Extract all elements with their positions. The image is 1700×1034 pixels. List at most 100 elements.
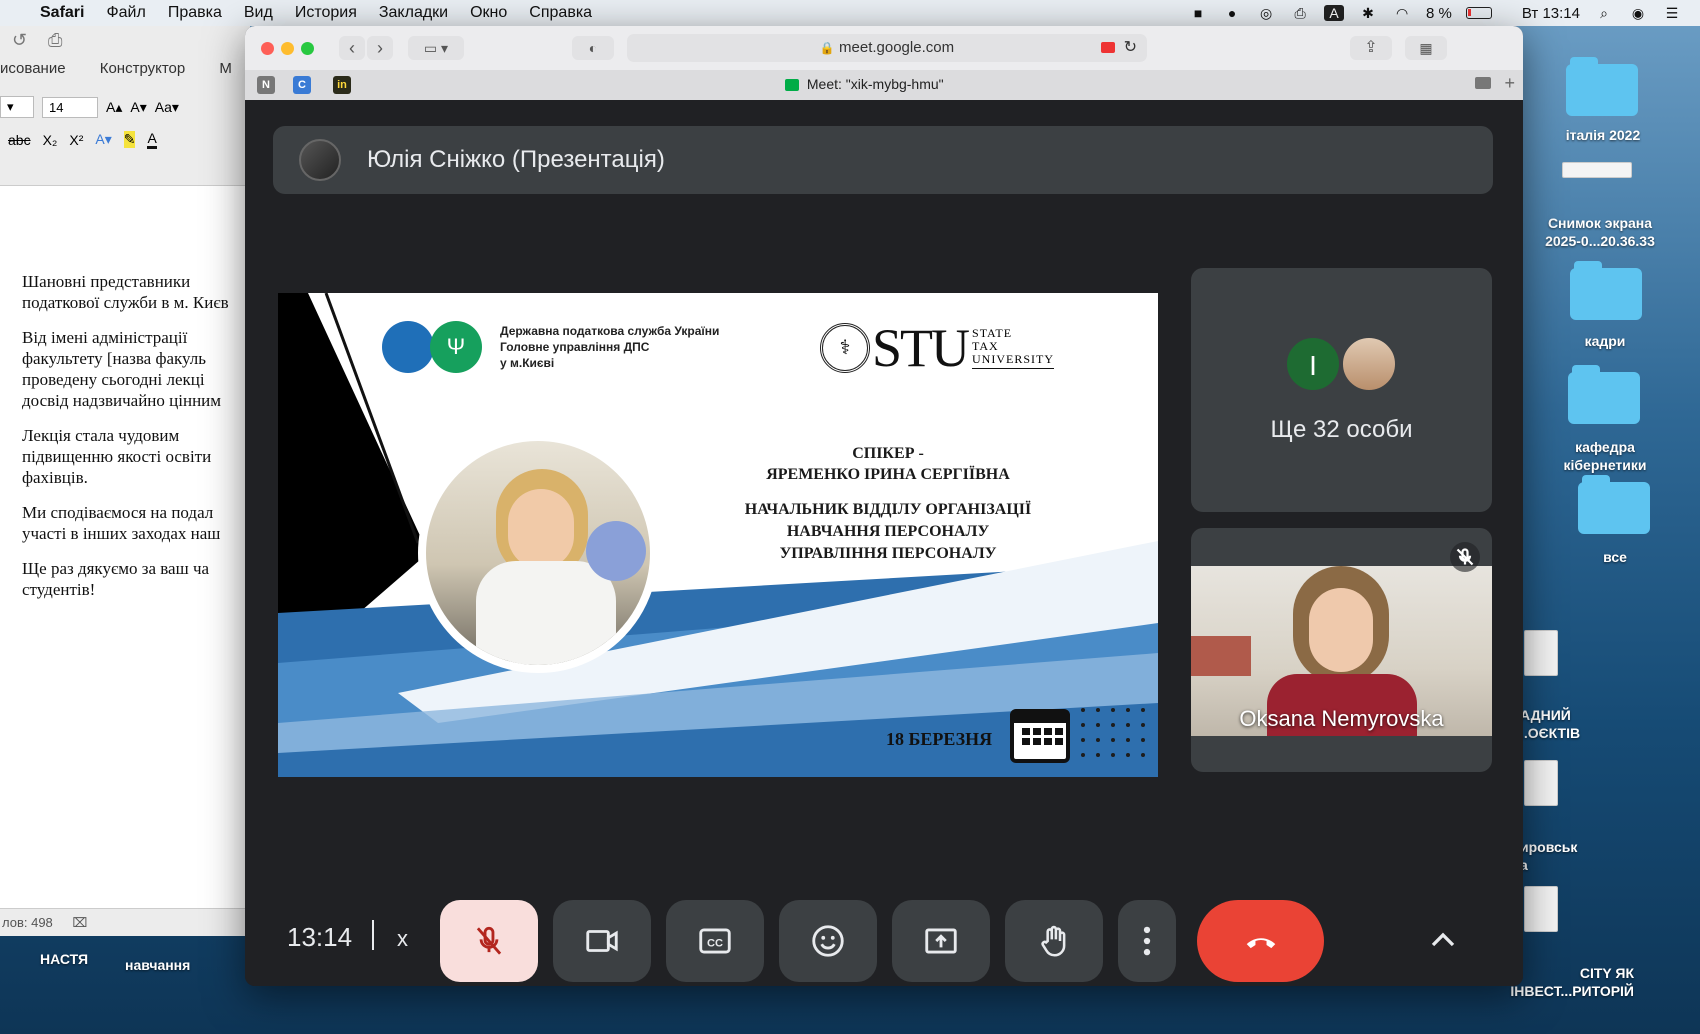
menu-item-help[interactable]: Справка (529, 4, 592, 22)
linkedin-favicon-icon[interactable]: in (333, 76, 351, 94)
speaker-photo (418, 433, 658, 673)
caduceus-seal-icon: ⚕ (820, 323, 870, 373)
change-case-icon[interactable]: Aa▾ (155, 99, 179, 116)
folder-icon[interactable] (1566, 57, 1638, 116)
raise-hand-button[interactable] (1005, 900, 1103, 982)
presentation-slide: Ψ Державна податкова служба України Голо… (278, 293, 1158, 777)
grow-font-icon[interactable]: A▴ (106, 99, 122, 116)
desktop-folder-vse[interactable]: все (1578, 548, 1652, 566)
app-favicon-icon[interactable]: C (293, 76, 311, 94)
menu-app-name[interactable]: Safari (40, 4, 84, 22)
closed-captions-icon: CC (699, 928, 731, 954)
desktop-file-screenshot[interactable]: Снимок экрана 2025-0...20.36.33 (1520, 214, 1680, 250)
participant-tile[interactable]: Oksana Nemyrovska (1191, 528, 1492, 772)
captions-button[interactable]: CC (666, 900, 764, 982)
search-icon[interactable]: ⌕ (1594, 5, 1614, 21)
meeting-code[interactable]: x (397, 926, 408, 952)
expand-controls-button[interactable] (1423, 920, 1463, 960)
share-button[interactable]: ⇪ (1350, 36, 1392, 60)
menu-item-file[interactable]: Файл (106, 4, 145, 22)
creative-cloud-icon[interactable]: ◎ (1256, 5, 1276, 21)
slide-date: 18 БЕРЕЗНЯ (886, 729, 993, 749)
new-tab-button[interactable]: + (1504, 73, 1515, 94)
proofing-icon[interactable]: ⌧ (72, 915, 87, 930)
siri-icon[interactable]: ◉ (1628, 5, 1648, 21)
present-screen-button[interactable] (892, 900, 990, 982)
zoom-window-button[interactable] (301, 42, 314, 55)
leave-call-button[interactable] (1197, 900, 1324, 982)
folder-icon[interactable] (1570, 261, 1642, 320)
tab-overview-button[interactable]: ▦ (1405, 36, 1447, 60)
others-tile[interactable]: I Ще 32 особи (1191, 268, 1492, 512)
strikethrough-icon[interactable]: abc (8, 132, 31, 148)
close-window-button[interactable] (261, 42, 274, 55)
tab-design[interactable]: Конструктор (100, 60, 186, 77)
word-count[interactable]: лов: 498 (2, 915, 53, 930)
tab-camera-icon[interactable] (1475, 77, 1491, 89)
folder-icon[interactable] (1568, 365, 1640, 424)
menu-item-edit[interactable]: Правка (168, 4, 222, 22)
word-window: ↺ ⎙ исование Конструктор М ▾ 14 A▴ A▾ Aa… (0, 26, 250, 936)
reactions-button[interactable] (779, 900, 877, 982)
tab-active[interactable]: Meet: "xik-mybg-hmu" (785, 76, 944, 92)
desktop-file-doc2[interactable]: ировськ а (1520, 838, 1577, 874)
text-effects-icon[interactable]: A▾ (95, 131, 111, 148)
tab-layout[interactable]: М (219, 60, 232, 77)
present-screen-icon (925, 928, 957, 954)
menu-bar: Safari Файл Правка Вид История Закладки … (0, 0, 1700, 26)
bluetooth-icon[interactable]: ✱ (1358, 5, 1378, 21)
control-center-icon[interactable]: ☰ (1662, 5, 1682, 21)
printer-icon[interactable]: ⎙ (1290, 5, 1310, 21)
camera-recording-icon[interactable] (1101, 42, 1115, 53)
desktop-folder-kafedra[interactable]: кафедра кібернетики (1540, 438, 1670, 474)
back-button[interactable]: ‹ (339, 36, 365, 60)
privacy-shield-icon[interactable]: ◐ (572, 36, 614, 60)
superscript-icon[interactable]: X² (69, 132, 83, 148)
document-file-icon[interactable] (1524, 886, 1558, 932)
subscript-icon[interactable]: X₂ (43, 132, 58, 148)
reload-icon[interactable]: ↻ (1124, 34, 1137, 62)
sidebar-toggle-button[interactable]: ▭ ▾ (408, 36, 464, 60)
menu-item-view[interactable]: Вид (244, 4, 273, 22)
presenter-bar[interactable]: Юлія Сніжко (Презентація) (273, 126, 1493, 194)
emoji-icon (812, 925, 844, 957)
wifi-icon[interactable]: ◠ (1392, 5, 1412, 21)
desktop-file-doc1[interactable]: АДНИЙ ..ОЄКТІВ (1520, 706, 1580, 742)
notion-favicon-icon[interactable]: N (257, 76, 275, 94)
forward-button[interactable]: › (367, 36, 393, 60)
tab-bar: N C in Meet: "xik-mybg-hmu" + (245, 70, 1523, 100)
status-icon[interactable]: ● (1222, 5, 1242, 21)
undo-icon[interactable]: ↺ (12, 30, 27, 51)
address-bar[interactable]: 🔒 meet.google.com ↻ (627, 34, 1147, 62)
menu-item-bookmarks[interactable]: Закладки (379, 4, 448, 22)
document-file-icon[interactable] (1524, 630, 1558, 676)
keyboard-layout-icon[interactable]: A (1324, 5, 1345, 21)
desktop-label-nastia[interactable]: НАСТЯ (40, 950, 88, 968)
muted-mic-icon (1450, 542, 1480, 572)
shrink-font-icon[interactable]: A▾ (130, 99, 146, 116)
speaker-name: ЯРЕМЕНКО ІРИНА СЕРГІЇВНА (766, 466, 1010, 483)
print-icon[interactable]: ⎙ (48, 30, 62, 51)
minimize-window-button[interactable] (281, 42, 294, 55)
camera-toggle-button[interactable] (553, 900, 651, 982)
tab-drawing[interactable]: исование (0, 60, 66, 77)
desktop-label-navchannia[interactable]: навчання (125, 956, 190, 974)
screenshot-file-icon[interactable] (1562, 162, 1632, 178)
menu-item-window[interactable]: Окно (470, 4, 507, 22)
word-document-text[interactable]: Шановні представники податкової служби в … (22, 271, 250, 614)
desktop-folder-italy[interactable]: італія 2022 (1548, 126, 1658, 144)
more-options-button[interactable] (1118, 900, 1176, 982)
folder-icon[interactable] (1578, 475, 1650, 534)
document-file-icon[interactable] (1524, 760, 1558, 806)
camera-status-icon[interactable]: ■ (1188, 5, 1208, 21)
highlight-icon[interactable]: ✎ (123, 131, 136, 148)
font-family-select[interactable]: ▾ (0, 96, 34, 118)
meet-content: Юлія Сніжко (Презентація) Ψ Державна под… (245, 100, 1523, 986)
font-size-select[interactable]: 14 (42, 96, 98, 118)
menu-item-history[interactable]: История (295, 4, 357, 22)
font-color-icon[interactable]: A (147, 130, 157, 149)
menubar-clock[interactable]: Вт 13:14 (1522, 5, 1580, 22)
battery-icon[interactable] (1465, 7, 1492, 19)
desktop-folder-kadry[interactable]: кадри (1560, 332, 1650, 350)
microphone-toggle-button[interactable] (440, 900, 538, 982)
